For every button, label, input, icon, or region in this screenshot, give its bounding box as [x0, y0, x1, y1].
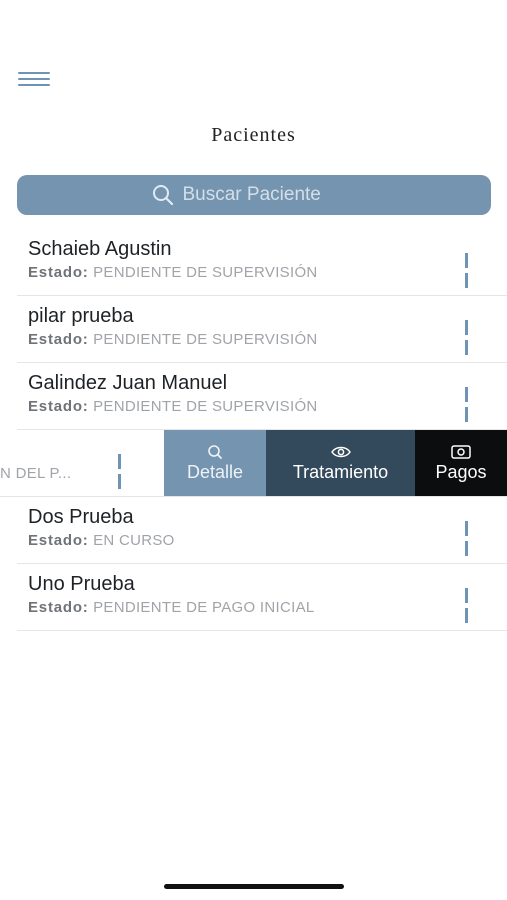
patient-status: Estado: EN CURSO	[28, 532, 175, 549]
pause-icon[interactable]	[465, 387, 477, 422]
pause-icon[interactable]	[118, 454, 130, 489]
money-icon	[451, 444, 471, 459]
list-item-swiped[interactable]: ON DEL P... Detalle Tratamiento	[0, 430, 507, 497]
home-indicator	[164, 884, 344, 889]
swipe-actions: Detalle Tratamiento Pagos	[164, 430, 507, 496]
tratamiento-button[interactable]: Tratamiento	[266, 430, 415, 496]
pause-icon[interactable]	[465, 320, 477, 355]
list-item[interactable]: Schaieb Agustin Estado: PENDIENTE DE SUP…	[17, 229, 507, 296]
page-title: Pacientes	[211, 124, 296, 146]
search-icon	[152, 185, 173, 206]
search-icon	[208, 444, 222, 459]
patient-list: Schaieb Agustin Estado: PENDIENTE DE SUP…	[0, 229, 507, 631]
pagos-button[interactable]: Pagos	[415, 430, 507, 496]
pause-icon[interactable]	[465, 253, 477, 288]
pause-icon[interactable]	[465, 521, 477, 556]
list-item[interactable]: Uno Prueba Estado: PENDIENTE DE PAGO INI…	[17, 564, 507, 631]
list-item[interactable]: Galindez Juan Manuel Estado: PENDIENTE D…	[17, 363, 507, 430]
patient-name: Uno Prueba	[28, 573, 135, 595]
patient-name: pilar prueba	[28, 305, 134, 327]
search-input[interactable]	[182, 184, 358, 206]
patient-name: Dos Prueba	[28, 506, 134, 528]
patient-name: Schaieb Agustin	[28, 238, 172, 260]
list-item[interactable]: Dos Prueba Estado: EN CURSO	[17, 497, 507, 564]
patient-status: Estado: PENDIENTE DE SUPERVISIÓN	[28, 398, 318, 415]
search-bar[interactable]	[17, 175, 491, 215]
patient-status: ON DEL P...	[0, 465, 72, 482]
pause-icon[interactable]	[465, 588, 477, 623]
patient-status: Estado: PENDIENTE DE PAGO INICIAL	[28, 599, 315, 616]
patient-status: Estado: PENDIENTE DE SUPERVISIÓN	[28, 331, 318, 348]
patient-name: Galindez Juan Manuel	[28, 372, 228, 394]
list-item[interactable]: pilar prueba Estado: PENDIENTE DE SUPERV…	[17, 296, 507, 363]
menu-icon[interactable]	[18, 72, 50, 90]
detalle-button[interactable]: Detalle	[164, 430, 266, 496]
eye-icon	[330, 446, 351, 457]
patient-status: Estado: PENDIENTE DE SUPERVISIÓN	[28, 264, 318, 281]
